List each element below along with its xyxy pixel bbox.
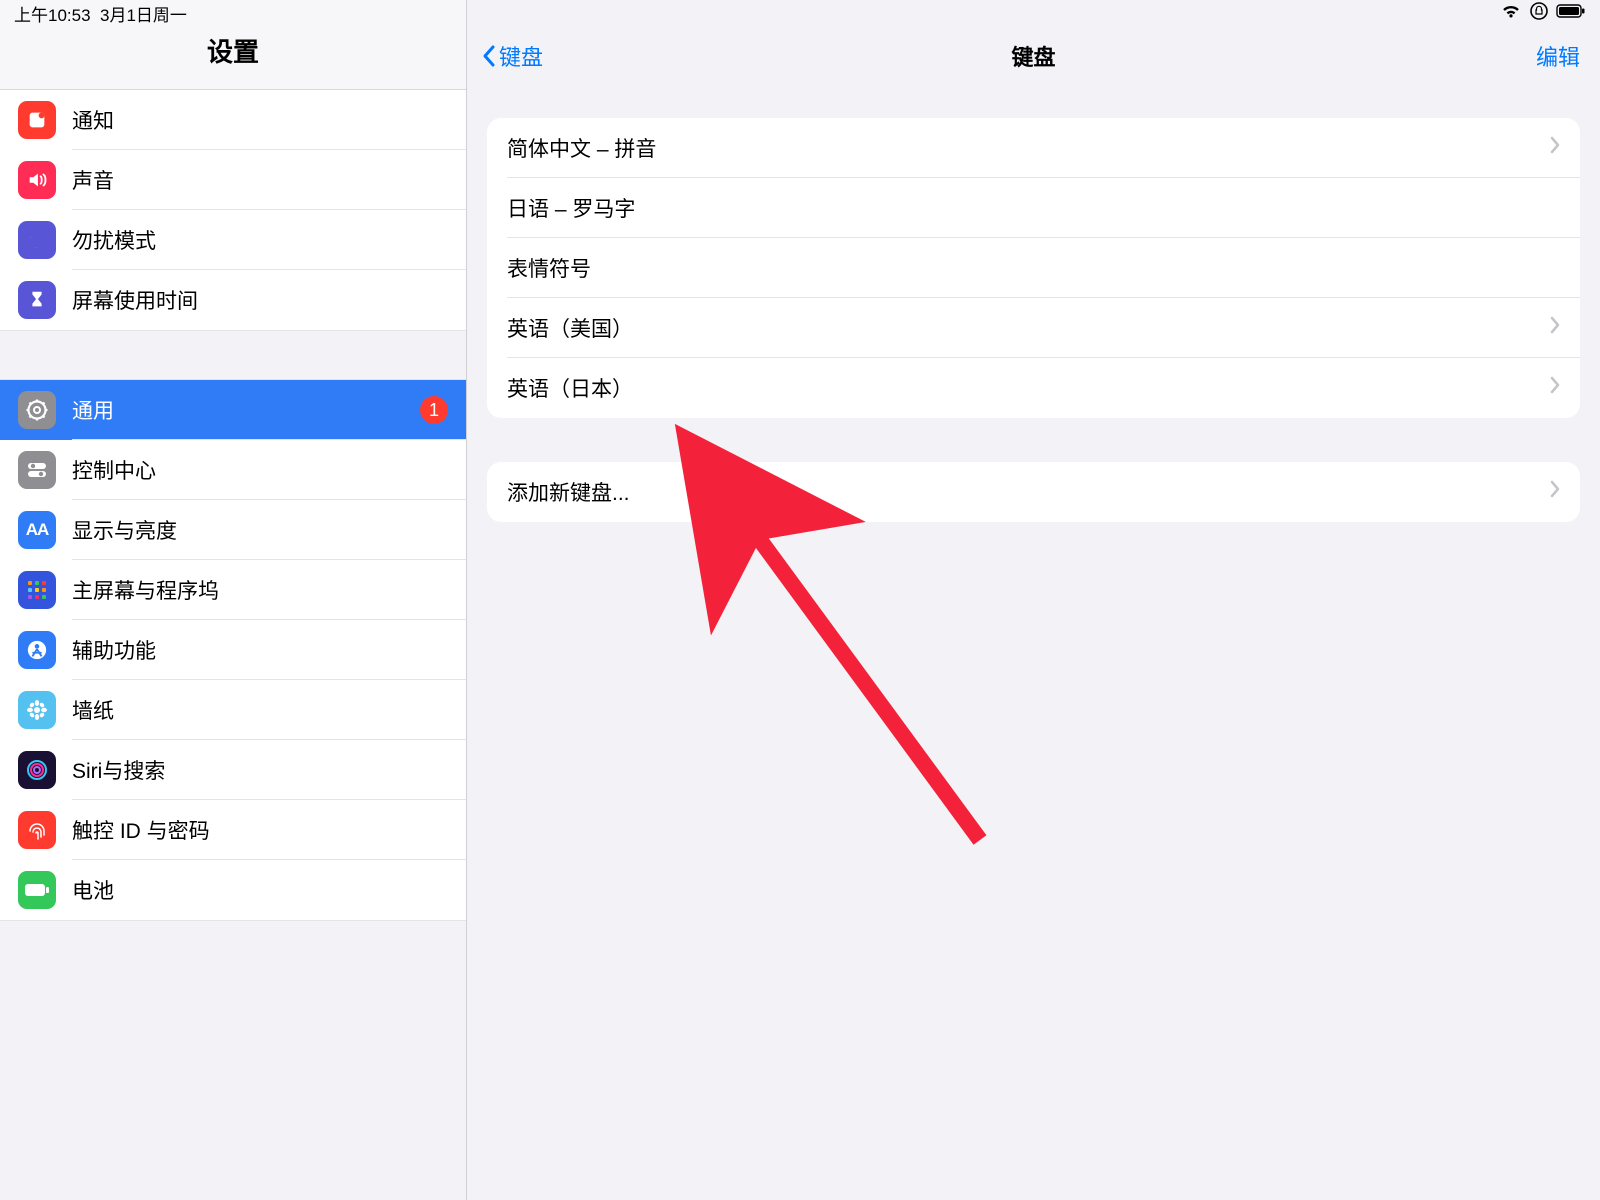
status-time: 上午10:53 3月1日周一 [14, 1, 187, 26]
edit-button[interactable]: 编辑 [1536, 40, 1580, 72]
date-text: 3月1日周一 [100, 6, 187, 25]
keyboard-row[interactable]: 表情符号 [487, 238, 1580, 298]
sidebar-section: 通用 1 控制中心 AA 显示与亮度主屏幕与程序坞辅助功能墙纸 Siri与搜索触控 ID … [0, 379, 466, 921]
sidebar-item-label: 辅助功能 [72, 635, 156, 665]
sidebar-item-dnd[interactable]: 勿扰模式 [0, 210, 466, 270]
touchid-icon [18, 811, 56, 849]
battery-icon [1556, 3, 1586, 23]
keyboard-label: 简体中文 – 拼音 [507, 133, 656, 163]
sidebar-item-battery[interactable]: 电池 [0, 860, 466, 920]
badge: 1 [420, 396, 448, 424]
sidebar-item-label: 触控 ID 与密码 [72, 815, 210, 845]
sounds-icon [18, 161, 56, 199]
detail-pane: 键盘 键盘 编辑 简体中文 – 拼音日语 – 罗马字表情符号英语（美国） 英语（日… [467, 0, 1600, 1200]
dnd-icon [18, 221, 56, 259]
sidebar-item-screentime[interactable]: 屏幕使用时间 [0, 270, 466, 330]
sidebar-item-notifications[interactable]: 通知 [0, 90, 466, 150]
detail-body: 简体中文 – 拼音日语 – 罗马字表情符号英语（美国） 英语（日本） 添加新键盘.… [467, 90, 1600, 550]
sidebar-item-label: 控制中心 [72, 455, 156, 485]
sidebar-item-label: 显示与亮度 [72, 515, 177, 545]
keyboards-list: 简体中文 – 拼音日语 – 罗马字表情符号英语（美国） 英语（日本） [487, 118, 1580, 418]
sidebar-item-label: 通知 [72, 105, 114, 135]
battery-icon [18, 871, 56, 909]
sidebar-item-display[interactable]: AA 显示与亮度 [0, 500, 466, 560]
sidebar-section: 通知声音勿扰模式屏幕使用时间 [0, 90, 466, 331]
keyboard-label: 表情符号 [507, 253, 591, 283]
chevron-right-icon [1550, 316, 1560, 340]
keyboard-label: 英语（日本） [507, 373, 633, 403]
home-icon [18, 571, 56, 609]
general-icon [18, 391, 56, 429]
add-keyboard-label: 添加新键盘... [507, 477, 630, 507]
app-root: 上午10:53 3月1日周一 设置 通知声音勿扰模式屏幕使用时间通用 1 控制中心 A… [0, 0, 1600, 1200]
sidebar-item-general[interactable]: 通用 1 [0, 380, 466, 440]
detail-title: 键盘 [1011, 40, 1055, 72]
add-keyboard-row[interactable]: 添加新键盘... [487, 462, 1580, 522]
sidebar-item-label: 通用 [72, 395, 114, 425]
sidebar-item-label: 主屏幕与程序坞 [72, 575, 219, 605]
sidebar-item-wallpaper[interactable]: 墙纸 [0, 680, 466, 740]
wifi-icon [1500, 3, 1522, 24]
keyboard-row[interactable]: 日语 – 罗马字 [487, 178, 1580, 238]
chevron-right-icon [1550, 480, 1560, 504]
sidebar-title: 设置 [207, 32, 259, 69]
sidebar-item-label: 电池 [72, 875, 114, 905]
keyboard-label: 英语（美国） [507, 313, 633, 343]
wallpaper-icon [18, 691, 56, 729]
chevron-right-icon [1550, 376, 1560, 400]
sidebar-item-accessibility[interactable]: 辅助功能 [0, 620, 466, 680]
chevron-left-icon [481, 44, 497, 68]
orientation-lock-icon [1530, 2, 1548, 25]
keyboard-row[interactable]: 英语（美国） [487, 298, 1580, 358]
add-keyboard-card: 添加新键盘... [487, 462, 1580, 522]
sidebar-item-label: 声音 [72, 165, 114, 195]
back-label: 键盘 [499, 40, 543, 72]
sidebar-item-label: 勿扰模式 [72, 225, 156, 255]
control-icon [18, 451, 56, 489]
screentime-icon [18, 281, 56, 319]
notifications-icon [18, 101, 56, 139]
time-text: 上午10:53 [14, 6, 91, 25]
siri-icon [18, 751, 56, 789]
sidebar-item-home[interactable]: 主屏幕与程序坞 [0, 560, 466, 620]
sidebar-item-touchid[interactable]: 触控 ID 与密码 [0, 800, 466, 860]
keyboard-row[interactable]: 英语（日本） [487, 358, 1580, 418]
sidebar-item-label: Siri与搜索 [72, 755, 165, 785]
back-button[interactable]: 键盘 [481, 40, 543, 72]
keyboard-row[interactable]: 简体中文 – 拼音 [487, 118, 1580, 178]
sidebar-item-siri[interactable]: Siri与搜索 [0, 740, 466, 800]
chevron-right-icon [1550, 136, 1560, 160]
display-icon: AA [18, 511, 56, 549]
status-right [1500, 2, 1586, 25]
sidebar-item-control[interactable]: 控制中心 [0, 440, 466, 500]
sidebar-item-label: 墙纸 [72, 695, 114, 725]
sidebar-item-sounds[interactable]: 声音 [0, 150, 466, 210]
status-bar: 上午10:53 3月1日周一 [0, 0, 1600, 26]
keyboard-label: 日语 – 罗马字 [507, 193, 635, 223]
accessibility-icon [18, 631, 56, 669]
settings-sidebar: 设置 通知声音勿扰模式屏幕使用时间通用 1 控制中心 AA 显示与亮度主屏幕与程序坞辅助… [0, 0, 467, 1200]
sidebar-item-label: 屏幕使用时间 [72, 285, 198, 315]
